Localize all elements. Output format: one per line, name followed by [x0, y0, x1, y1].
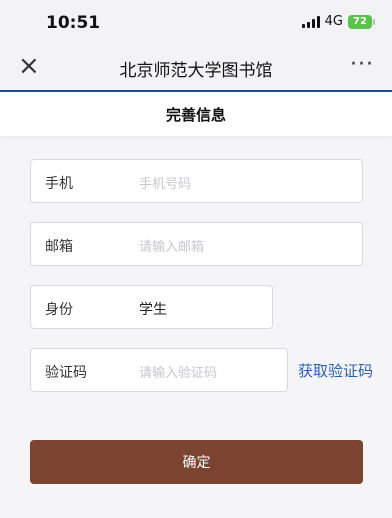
identity-select[interactable]: 身份 学生: [30, 285, 273, 329]
confirm-button[interactable]: 确定: [30, 440, 363, 484]
more-icon[interactable]: ···: [350, 52, 374, 77]
phone-row: 手机 手机号码: [0, 159, 392, 203]
identity-label: 身份: [45, 302, 73, 318]
email-row: 邮箱 请输入邮箱: [0, 222, 392, 266]
code-placeholder: 请输入验证码: [139, 366, 218, 381]
phone-field[interactable]: 手机 手机号码: [30, 159, 363, 203]
phone-placeholder: 手机号码: [139, 177, 192, 192]
page-title: 完善信息: [165, 105, 226, 124]
network-type: 4G: [324, 14, 343, 29]
app-title: 北京师范大学图书馆: [119, 61, 273, 81]
page-header: 完善信息: [0, 92, 392, 136]
code-label: 验证码: [45, 365, 87, 381]
identity-row: 身份 学生: [0, 285, 392, 329]
status-indicators: 4G 72: [301, 14, 375, 29]
get-code-button[interactable]: 获取验证码: [298, 360, 373, 381]
phone-label: 手机: [45, 176, 73, 192]
battery-level: 72: [353, 16, 367, 27]
email-label: 邮箱: [45, 239, 73, 255]
email-placeholder: 请输入邮箱: [139, 240, 205, 255]
verification-code-field[interactable]: 验证码 请输入验证码: [30, 348, 288, 392]
email-field[interactable]: 邮箱 请输入邮箱: [30, 222, 363, 266]
navigation-bar: × 北京师范大学图书馆 ···: [0, 44, 392, 92]
code-row: 验证码 请输入验证码 获取验证码: [0, 348, 392, 392]
signal-icon: [301, 15, 320, 28]
status-time: 10:51: [46, 13, 101, 33]
battery-icon: 72: [348, 14, 375, 29]
status-bar: 10:51 4G 72: [0, 0, 392, 44]
info-form: 手机 手机号码 邮箱 请输入邮箱 身份 学生 验证码 请输入验证码 获取验证码: [0, 136, 392, 392]
identity-value: 学生: [139, 302, 167, 318]
